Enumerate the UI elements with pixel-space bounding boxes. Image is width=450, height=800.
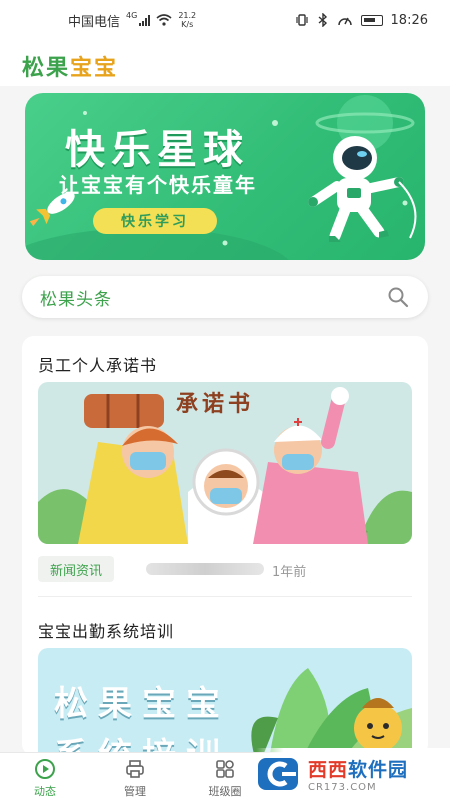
watermark-brand-red: 西西	[308, 759, 349, 781]
watermark-logo-icon	[258, 758, 298, 790]
play-circle-icon	[35, 759, 55, 779]
headline-search-bar[interactable]: 松果头条	[22, 276, 428, 318]
category-tag[interactable]: 新闻资讯	[38, 556, 115, 582]
status-left: 中国电信 4G 21.2 K/s	[68, 11, 196, 30]
watermark-brand: 西西软件园	[308, 755, 408, 782]
speed-value: 21.2	[178, 11, 197, 20]
tab-management[interactable]: 管理	[90, 753, 180, 800]
battery-icon	[360, 14, 383, 26]
astronaut-illustration	[308, 136, 417, 242]
banner-subtitle: 让宝宝有个快乐童年	[59, 173, 257, 197]
clock-time: 18:26	[390, 12, 428, 28]
banner-title: 快乐星球	[65, 127, 249, 173]
app-title-part2: 宝宝	[70, 56, 119, 81]
watermark-url: CR173.COM	[308, 782, 377, 793]
tab-label: 班级圈	[208, 785, 242, 798]
network-type: 4G	[126, 10, 138, 20]
tab-label: 动态	[34, 785, 56, 798]
image-caption-text: 承诺书	[176, 391, 255, 417]
learn-button[interactable]: 快乐学习	[93, 208, 217, 234]
grid-icon	[216, 760, 234, 778]
tab-dynamics[interactable]: 动态	[0, 753, 90, 800]
article-image[interactable]: 松果宝宝 系统培训	[38, 648, 412, 756]
tab-label: 管理	[124, 785, 146, 798]
site-watermark: 西西软件园 CR173.COM	[256, 748, 450, 800]
article-divider	[38, 596, 412, 597]
search-icon[interactable]	[386, 285, 410, 309]
search-label: 松果头条	[40, 289, 112, 310]
article-image[interactable]: 承诺书	[38, 382, 412, 544]
image-caption-line1: 松果宝宝	[54, 684, 230, 724]
app-title-part1: 松果	[22, 56, 71, 81]
promo-banner[interactable]: 快乐星球 让宝宝有个快乐童年 快乐学习	[25, 93, 425, 260]
publish-time: 1年前	[272, 565, 307, 580]
watermark-text: 西西软件园 CR173.COM	[308, 755, 408, 793]
bluetooth-icon	[318, 13, 327, 27]
speedometer-icon	[337, 17, 352, 26]
watermark-brand-blue: 软件园	[348, 759, 409, 781]
news-feed[interactable]: 员工个人承诺书 承诺书 新闻资讯 1年前 宝宝出勤系统培训 松果宝宝 系统培训	[22, 336, 428, 756]
carrier-name: 中国电信	[68, 14, 121, 30]
printer-icon	[126, 760, 144, 778]
status-right: 18:26	[295, 13, 428, 28]
app-header: 松果宝宝	[0, 40, 450, 86]
wifi-icon	[156, 14, 172, 26]
app-logo-title: 松果宝宝	[22, 50, 118, 82]
speed-unit: K/s	[181, 20, 194, 29]
article-title[interactable]: 宝宝出勤系统培训	[38, 618, 174, 642]
article-title[interactable]: 员工个人承诺书	[38, 352, 157, 376]
status-bar: 中国电信 4G 21.2 K/s 18:26	[0, 0, 450, 40]
vibrate-icon	[295, 14, 308, 26]
signal-icon	[139, 14, 151, 26]
net-speed: 21.2 K/s	[178, 11, 196, 29]
author-placeholder	[146, 563, 264, 575]
